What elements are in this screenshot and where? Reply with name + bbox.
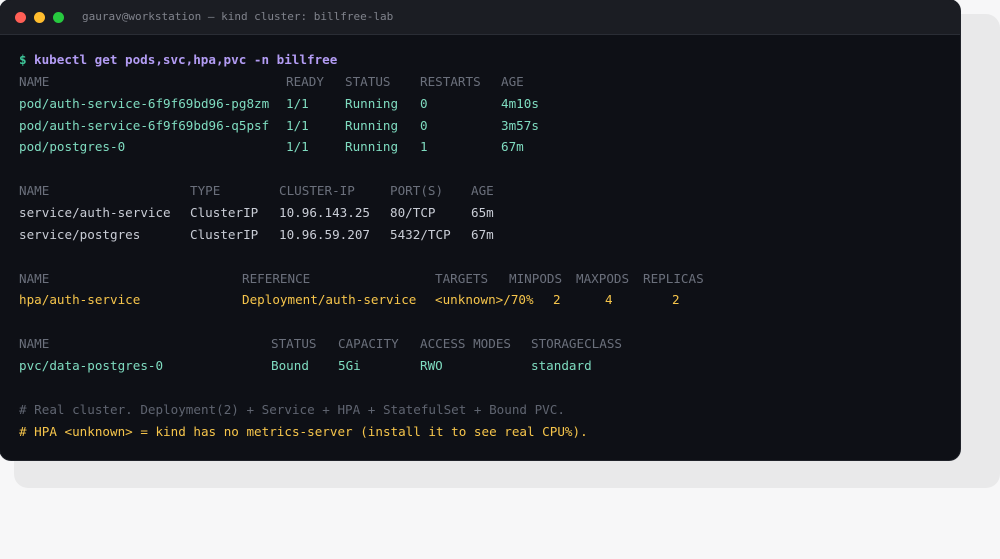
- window-title: gaurav@workstation — kind cluster: billf…: [82, 10, 394, 23]
- pod-age: 4m10s: [501, 96, 539, 111]
- hpa-col-minpods: MINPODS: [509, 271, 563, 286]
- pod-status: Running: [345, 96, 399, 111]
- maximize-button[interactable]: [53, 12, 64, 23]
- pod-row: pod/auth-service-6f9f69bd96-q5psf 1/1 Ru…: [19, 116, 539, 136]
- comment-line-warning: # HPA <unknown> = kind has no metrics-se…: [19, 424, 588, 439]
- terminal-window[interactable]: gaurav@workstation — kind cluster: billf…: [0, 0, 960, 460]
- svc-col-name: NAME: [19, 183, 50, 198]
- service-row: service/auth-service ClusterIP 10.96.143…: [19, 203, 494, 223]
- hpa-header-row: NAME REFERENCE TARGETS MINPODS MAXPODS R…: [19, 269, 704, 289]
- pod-row: pod/auth-service-6f9f69bd96-pg8zm 1/1 Ru…: [19, 94, 539, 114]
- hpa-col-targets: TARGETS: [435, 271, 489, 286]
- hpa-maxpods: 4: [605, 292, 613, 307]
- pods-col-age: AGE: [501, 74, 524, 89]
- pvc-access-modes: RWO: [420, 358, 443, 373]
- service-cluster-ip: 10.96.143.25: [279, 205, 370, 220]
- pod-age: 3m57s: [501, 118, 539, 133]
- pod-ready: 1/1: [286, 118, 309, 133]
- pods-header-row: NAME READY STATUS RESTARTS AGE: [19, 72, 524, 92]
- hpa-row: hpa/auth-service Deployment/auth-service…: [19, 290, 680, 310]
- service-age: 67m: [471, 227, 494, 242]
- pod-restarts: 1: [420, 139, 428, 154]
- pod-restarts: 0: [420, 118, 428, 133]
- service-ports: 80/TCP: [390, 205, 436, 220]
- hpa-name: hpa/auth-service: [19, 292, 141, 307]
- svc-col-age: AGE: [471, 183, 494, 198]
- pvc-col-access-modes: ACCESS MODES: [420, 336, 511, 351]
- service-ports: 5432/TCP: [390, 227, 451, 242]
- hpa-targets: <unknown>/70%: [435, 292, 534, 307]
- pods-col-name: NAME: [19, 74, 50, 89]
- svc-col-cluster-ip: CLUSTER-IP: [279, 183, 355, 198]
- service-name: service/auth-service: [19, 205, 171, 220]
- pvc-capacity: 5Gi: [338, 358, 361, 373]
- pvc-col-storageclass: STORAGECLASS: [531, 336, 622, 351]
- service-row: service/postgres ClusterIP 10.96.59.207 …: [19, 225, 494, 245]
- hpa-col-reference: REFERENCE: [242, 271, 311, 286]
- pod-row: pod/postgres-0 1/1 Running 1 67m: [19, 137, 524, 157]
- comment-line: # Real cluster. Deployment(2) + Service …: [19, 402, 565, 417]
- pod-ready: 1/1: [286, 139, 309, 154]
- pvc-col-capacity: CAPACITY: [338, 336, 399, 351]
- hpa-replicas: 2: [672, 292, 680, 307]
- pods-col-status: STATUS: [345, 74, 391, 89]
- service-type: ClusterIP: [190, 227, 259, 242]
- hpa-reference: Deployment/auth-service: [242, 292, 417, 307]
- command-line: $ kubectl get pods,svc,hpa,pvc -n billfr…: [19, 50, 337, 70]
- service-cluster-ip: 10.96.59.207: [279, 227, 370, 242]
- pod-status: Running: [345, 118, 399, 133]
- services-header-row: NAME TYPE CLUSTER-IP PORT(S) AGE: [19, 181, 494, 201]
- pods-col-restarts: RESTARTS: [420, 74, 481, 89]
- pods-col-ready: READY: [286, 74, 324, 89]
- svc-col-ports: PORT(S): [390, 183, 444, 198]
- title-bar[interactable]: gaurav@workstation — kind cluster: billf…: [0, 0, 960, 35]
- pod-restarts: 0: [420, 96, 428, 111]
- prompt-symbol: $: [19, 52, 27, 67]
- pvc-name: pvc/data-postgres-0: [19, 358, 164, 373]
- pod-age: 67m: [501, 139, 524, 154]
- pod-name: pod/auth-service-6f9f69bd96-pg8zm: [19, 96, 270, 111]
- pvc-col-name: NAME: [19, 336, 50, 351]
- service-type: ClusterIP: [190, 205, 259, 220]
- hpa-minpods: 2: [553, 292, 561, 307]
- command-text: kubectl get pods,svc,hpa,pvc -n billfree: [34, 52, 338, 67]
- pod-name: pod/auth-service-6f9f69bd96-q5psf: [19, 118, 270, 133]
- hpa-col-replicas: REPLICAS: [643, 271, 704, 286]
- hpa-col-name: NAME: [19, 271, 50, 286]
- pvc-row: pvc/data-postgres-0 Bound 5Gi RWO standa…: [19, 356, 592, 376]
- service-name: service/postgres: [19, 227, 141, 242]
- pod-ready: 1/1: [286, 96, 309, 111]
- pvc-col-status: STATUS: [271, 336, 317, 351]
- close-button[interactable]: [15, 12, 26, 23]
- pvc-status: Bound: [271, 358, 309, 373]
- hpa-col-maxpods: MAXPODS: [576, 271, 630, 286]
- pvc-header-row: NAME STATUS CAPACITY ACCESS MODES STORAG…: [19, 334, 622, 354]
- minimize-button[interactable]: [34, 12, 45, 23]
- pod-status: Running: [345, 139, 399, 154]
- pod-name: pod/postgres-0: [19, 139, 126, 154]
- pvc-storageclass: standard: [531, 358, 592, 373]
- svc-col-type: TYPE: [190, 183, 221, 198]
- service-age: 65m: [471, 205, 494, 220]
